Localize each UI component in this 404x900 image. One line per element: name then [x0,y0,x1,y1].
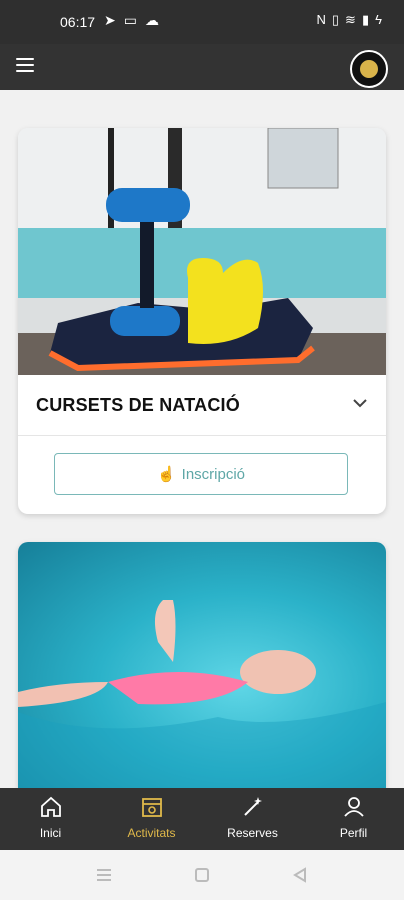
chevron-down-icon[interactable] [350,393,370,413]
app-bar [0,44,404,90]
club-logo-icon[interactable] [350,50,388,88]
status-time: 06:17 [60,14,96,30]
home-icon [40,796,61,817]
child-swimming-photo [18,542,386,788]
laptop-icon: ▭ [123,12,137,28]
calendar-icon [141,798,162,817]
magic-wand-icon [243,797,262,816]
nav-item-perfil[interactable]: Perfil [303,788,404,850]
vibrate-icon: ▯ [331,12,340,27]
activities-list[interactable]: CURSETS DE NATACIÓ ☝ Inscripció [0,90,404,788]
system-navigation [0,850,404,900]
hamburger-menu-icon[interactable] [16,58,34,74]
activity-card: CURSETS DE NATACIÓ ☝ Inscripció [18,128,386,514]
user-icon [343,797,364,817]
status-bar: 06:17 ➤ ▭ ☁ N ▯ ≋ ▮ ϟ [0,0,404,44]
home-square-icon[interactable] [193,866,211,884]
menu-lines-icon[interactable] [95,866,113,884]
cloud-icon: ☁ [144,12,159,28]
nav-item-inici[interactable]: Inici [0,788,101,850]
card-title-row[interactable]: CURSETS DE NATACIÓ [18,375,386,436]
back-triangle-icon[interactable] [291,866,309,884]
signal-icon: ▮ [361,12,370,27]
activity-card [18,542,386,788]
nav-item-activitats[interactable]: Activitats [101,788,202,850]
bottom-navigation: Inici Activitats Reserves Perfil [0,788,404,850]
telegram-icon: ➤ [104,12,116,28]
pool-foam-equipment-photo [18,128,386,375]
nav-item-reserves[interactable]: Reserves [202,788,303,850]
nfc-icon: N [316,12,326,27]
card-title: CURSETS DE NATACIÓ [36,395,240,415]
inscripcio-button[interactable]: ☝ Inscripció [54,453,348,495]
battery-charging-icon: ϟ [375,12,382,27]
wifi-icon: ≋ [345,12,356,27]
hand-pointer-icon: ☝ [156,466,176,483]
